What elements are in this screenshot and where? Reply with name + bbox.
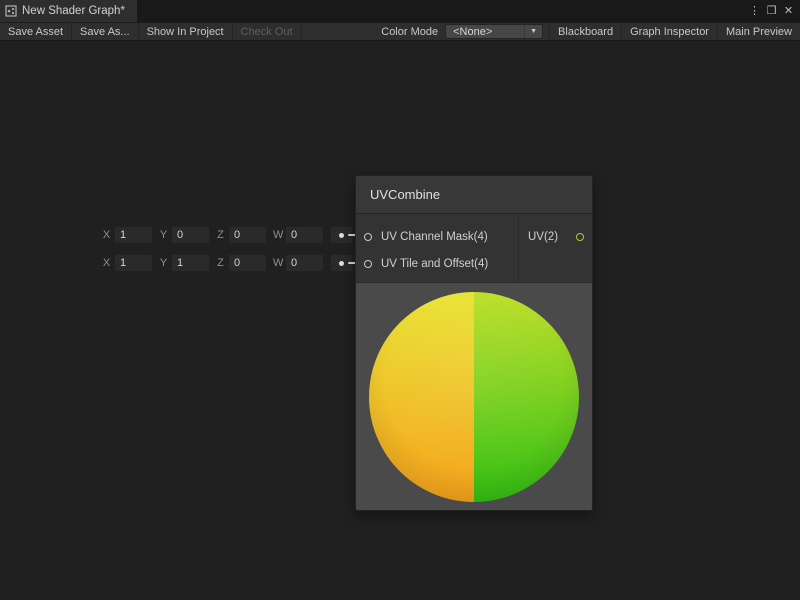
field-label-z: Z xyxy=(216,257,225,269)
output-port-icon[interactable] xyxy=(576,233,584,241)
check-out-button: Check Out xyxy=(233,23,302,40)
tab-title: New Shader Graph* xyxy=(22,5,125,17)
field-label-y: Y xyxy=(159,257,168,269)
color-mode-dropdown[interactable]: <None> ▼ xyxy=(445,24,543,39)
save-asset-button[interactable]: Save Asset xyxy=(0,23,72,40)
vector4-row-2: X 1 Y 1 Z 0 W 0 xyxy=(102,253,353,273)
blackboard-button[interactable]: Blackboard xyxy=(549,23,622,40)
output-port-label: UV(2) xyxy=(528,231,558,243)
w-value-input[interactable]: 0 xyxy=(285,254,324,272)
vector-field: X 1 xyxy=(102,254,153,272)
vector-field: Y 0 xyxy=(159,226,210,244)
vector-field: W 0 xyxy=(273,254,324,272)
color-mode-value: <None> xyxy=(446,26,524,38)
titlebar: New Shader Graph* ⋮ ❒ ✕ xyxy=(0,0,800,22)
vector-field: W 0 xyxy=(273,226,324,244)
window-controls: ⋮ ❒ ✕ xyxy=(746,0,800,22)
show-in-project-button[interactable]: Show In Project xyxy=(139,23,233,40)
shader-graph-icon xyxy=(5,5,17,17)
y-value-input[interactable]: 0 xyxy=(171,226,210,244)
input-port-icon[interactable] xyxy=(364,233,372,241)
node-ports: UV Channel Mask(4) UV Tile and Offset(4)… xyxy=(356,214,592,282)
window-tab[interactable]: New Shader Graph* xyxy=(0,0,137,22)
field-label-w: W xyxy=(273,229,282,241)
close-icon[interactable]: ✕ xyxy=(780,0,797,22)
input-port-row: UV Tile and Offset(4) xyxy=(356,250,518,277)
color-mode-label: Color Mode xyxy=(374,23,445,40)
z-value-input[interactable]: 0 xyxy=(228,226,267,244)
sphere-shading xyxy=(369,292,579,502)
input-port-row: UV Channel Mask(4) xyxy=(356,223,518,250)
port-dot-icon xyxy=(339,261,344,266)
field-label-z: Z xyxy=(216,229,225,241)
field-label-x: X xyxy=(102,257,111,269)
save-as-button[interactable]: Save As... xyxy=(72,23,139,40)
z-value-input[interactable]: 0 xyxy=(228,254,267,272)
port-dot-icon xyxy=(339,233,344,238)
field-label-y: Y xyxy=(159,229,168,241)
node-inputs: UV Channel Mask(4) UV Tile and Offset(4) xyxy=(356,214,518,282)
node-preview xyxy=(356,282,592,510)
input-port-label: UV Channel Mask(4) xyxy=(381,231,488,243)
node-header[interactable]: UVCombine xyxy=(356,176,592,214)
main-preview-button[interactable]: Main Preview xyxy=(718,23,800,40)
vector-field: X 1 xyxy=(102,226,153,244)
x-value-input[interactable]: 1 xyxy=(114,226,153,244)
toolbar-spacer xyxy=(302,23,375,40)
vector4-row-1: X 1 Y 0 Z 0 W 0 xyxy=(102,225,353,245)
maximize-icon[interactable]: ❒ xyxy=(763,0,780,22)
node-outputs: UV(2) xyxy=(518,214,592,282)
x-value-input[interactable]: 1 xyxy=(114,254,153,272)
graph-inspector-button[interactable]: Graph Inspector xyxy=(622,23,718,40)
y-value-input[interactable]: 1 xyxy=(171,254,210,272)
field-label-x: X xyxy=(102,229,111,241)
uvcombine-node[interactable]: UVCombine UV Channel Mask(4) UV Tile and… xyxy=(355,175,593,511)
field-label-w: W xyxy=(273,257,282,269)
input-port-label: UV Tile and Offset(4) xyxy=(381,258,488,270)
vector-field: Z 0 xyxy=(216,226,267,244)
preview-sphere xyxy=(369,292,579,502)
toolbar: Save Asset Save As... Show In Project Ch… xyxy=(0,22,800,41)
vector-field: Z 0 xyxy=(216,254,267,272)
w-value-input[interactable]: 0 xyxy=(285,226,324,244)
chevron-down-icon: ▼ xyxy=(524,25,542,38)
window-menu-icon[interactable]: ⋮ xyxy=(746,0,763,22)
output-port-row: UV(2) xyxy=(519,223,592,250)
input-port-icon[interactable] xyxy=(364,260,372,268)
vector-field: Y 1 xyxy=(159,254,210,272)
node-title: UVCombine xyxy=(370,187,440,202)
graph-canvas[interactable]: X 1 Y 0 Z 0 W 0 X 1 Y 1 Z 0 W xyxy=(0,41,800,600)
